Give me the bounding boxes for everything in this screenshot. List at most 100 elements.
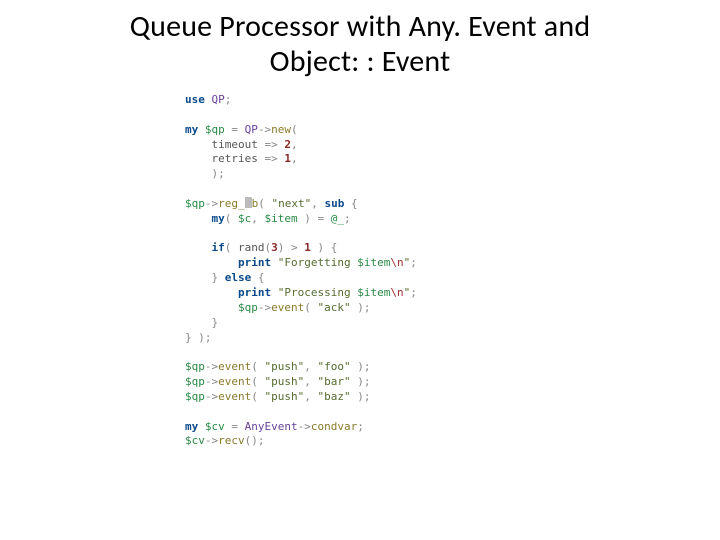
key-timeout: timeout (212, 138, 258, 151)
semi: ; (225, 93, 232, 106)
arrow: -> (258, 123, 271, 136)
str-forget-a: "Forgetting (278, 256, 357, 269)
paren-6: ( (304, 301, 311, 314)
fn-rand: rand (238, 241, 265, 254)
esc-n-1: \n (390, 256, 403, 269)
arrow-5: -> (205, 375, 218, 388)
kw-my: my (185, 123, 198, 136)
code-block: use QP; my $qp = QP->new( timeout => 2, … (185, 93, 700, 449)
paren-4: ( (225, 241, 232, 254)
var-qp-6: $qp (185, 390, 205, 403)
str-bar: "bar" (318, 375, 351, 388)
eq: = (231, 123, 238, 136)
fat-arrow-2: => (264, 152, 277, 165)
paren-10: () (245, 434, 258, 447)
meth-event-4: event (218, 390, 251, 403)
esc-n-2: \n (390, 286, 403, 299)
var-qp: $qp (205, 123, 225, 136)
paren-close-4: ) (318, 241, 325, 254)
brace-2: { (331, 241, 338, 254)
var-qp-4: $qp (185, 360, 205, 373)
meth-new: new (271, 123, 291, 136)
arrow-6: -> (205, 390, 218, 403)
gt: > (291, 241, 298, 254)
comma-2: , (291, 152, 298, 165)
title-line-1: Queue Processor with Any. Event and (130, 8, 591, 45)
str-ack: "ack" (317, 301, 350, 314)
semi-4: ; (410, 286, 417, 299)
paren-close-7: ); (357, 360, 370, 373)
pkg-qp: QP (212, 93, 225, 106)
paren-close-3: ) (278, 241, 285, 254)
slide-title: Queue Processor with Any. Event and Obje… (20, 10, 700, 79)
num-1b: 1 (304, 241, 311, 254)
var-qp-3: $qp (238, 301, 258, 314)
kw-else: else (225, 271, 252, 284)
meth-condvar: condvar (311, 420, 357, 433)
arrow-3: -> (258, 301, 271, 314)
var-cv: $cv (205, 420, 225, 433)
arrow-7: -> (298, 420, 311, 433)
arrow-4: -> (205, 360, 218, 373)
slide: Queue Processor with Any. Event and Obje… (0, 0, 720, 540)
comma-4: , (251, 212, 258, 225)
paren-close: ); (212, 167, 225, 180)
key-retries: retries (212, 152, 258, 165)
kw-my-2: my (212, 212, 225, 225)
var-item: $item (265, 212, 298, 225)
str-next: "next" (272, 197, 312, 210)
str-push-3: "push" (265, 390, 305, 403)
meth-regcb-prefix: reg_ (218, 197, 245, 210)
paren-9: ( (251, 390, 258, 403)
str-push-2: "push" (265, 375, 305, 388)
arrow-2: -> (205, 197, 218, 210)
meth-event-2: event (218, 360, 251, 373)
str-push-1: "push" (265, 360, 305, 373)
brace-3: { (258, 271, 265, 284)
num-1: 1 (284, 152, 291, 165)
semi-2: ; (344, 212, 351, 225)
kw-my-3: my (185, 420, 198, 433)
kw-sub: sub (325, 197, 345, 210)
paren-close-8: ); (357, 375, 370, 388)
comma-7: , (304, 390, 311, 403)
pkg-anyevent: AnyEvent (245, 420, 298, 433)
var-qp-2: $qp (185, 197, 205, 210)
fat-arrow: => (264, 138, 277, 151)
semi-6: ; (258, 434, 265, 447)
comma-3: , (311, 197, 318, 210)
var-c: $c (238, 212, 251, 225)
arrow-8: -> (205, 434, 218, 447)
paren-close-5: ); (357, 301, 370, 314)
paren: ( (291, 123, 298, 136)
comma-6: , (304, 375, 311, 388)
str-baz: "baz" (318, 390, 351, 403)
eq-3: = (231, 420, 238, 433)
brace: { (351, 197, 358, 210)
eq-2: = (318, 212, 325, 225)
paren-close-2: ) (304, 212, 311, 225)
str-proc-a: "Processing (278, 286, 357, 299)
paren-7: ( (251, 360, 258, 373)
num-3: 3 (271, 241, 278, 254)
brace-close-2: } (212, 316, 219, 329)
paren-close-6: ); (198, 331, 211, 344)
kw-use: use (185, 93, 205, 106)
var-qp-5: $qp (185, 375, 205, 388)
brace-close-3: } (185, 331, 192, 344)
comma: , (291, 138, 298, 151)
kw-print: print (238, 256, 271, 269)
var-item-3: $item (357, 286, 390, 299)
brace-close: } (212, 271, 219, 284)
paren-2: ( (258, 197, 265, 210)
var-cv-2: $cv (185, 434, 205, 447)
kw-if: if (212, 241, 225, 254)
num-2: 2 (284, 138, 291, 151)
paren-8: ( (251, 375, 258, 388)
pkg-qp-2: QP (245, 123, 258, 136)
text-cursor (245, 197, 252, 208)
var-args: @_ (331, 212, 344, 225)
semi-5: ; (357, 420, 364, 433)
paren-3: ( (225, 212, 232, 225)
meth-recv: recv (218, 434, 245, 447)
